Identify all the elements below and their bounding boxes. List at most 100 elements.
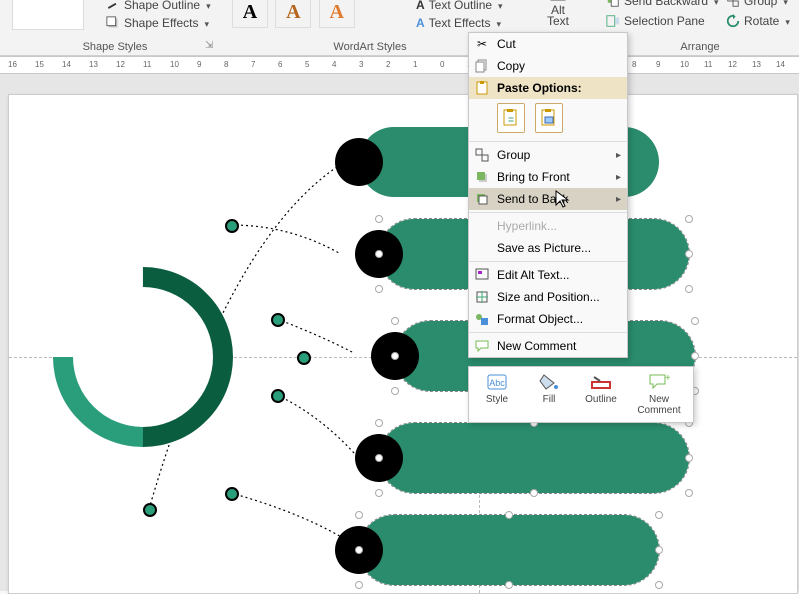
text-outline-button[interactable]: A Text Outline: [416, 0, 503, 12]
menu-save-picture-label: Save as Picture...: [497, 241, 591, 255]
mini-new-comment-button[interactable]: + New Comment: [633, 373, 685, 416]
menu-copy[interactable]: Copy: [469, 55, 627, 77]
svg-text:Abc: Abc: [489, 378, 505, 388]
bring-front-icon: [475, 170, 489, 184]
ruler-tick: 15: [35, 60, 44, 69]
group-button[interactable]: Group: [726, 0, 788, 8]
dialog-launcher-icon[interactable]: ⇲: [205, 40, 213, 51]
menu-send-to-back[interactable]: Send to Back: [469, 188, 627, 210]
menu-group[interactable]: Group: [469, 144, 627, 166]
comment-icon: +: [648, 373, 670, 391]
group-icon: [475, 148, 489, 162]
mini-style-button[interactable]: Abc Style: [477, 373, 517, 416]
mini-new-comment-label: New Comment: [637, 394, 680, 416]
mini-style-label: Style: [486, 394, 508, 405]
rotate-button[interactable]: Rotate: [726, 14, 790, 28]
text-effects-button[interactable]: A Text Effects: [416, 16, 501, 30]
scissors-icon: ✂: [475, 37, 489, 51]
paste-option-1[interactable]: ≣: [497, 103, 525, 133]
connector-node[interactable]: [143, 503, 157, 517]
ruler-tick: 13: [89, 60, 98, 69]
selection-pane-button[interactable]: Selection Pane: [606, 14, 705, 28]
ruler-tick: 14: [776, 60, 785, 69]
send-backward-label: Send Backward: [624, 0, 708, 8]
group-label: Group: [744, 0, 777, 8]
group-icon: [726, 0, 740, 8]
text-effects-label: Text Effects: [429, 16, 491, 30]
paste-option-2[interactable]: [535, 103, 563, 133]
menu-send-back-label: Send to Back: [497, 192, 568, 206]
style-icon: Abc: [486, 373, 508, 391]
menu-new-comment-label: New Comment: [497, 339, 576, 353]
selection-pane-label: Selection Pane: [624, 14, 705, 28]
slide-canvas[interactable]: ⟳: [0, 74, 799, 591]
donut-shape[interactable]: [16, 230, 271, 485]
mini-toolbar: Abc Style Fill Outline + New Comment: [468, 366, 694, 423]
send-backward-button[interactable]: Send Backward: [606, 0, 719, 8]
comment-icon: [475, 339, 489, 353]
hyperlink-icon: [475, 219, 489, 233]
clipboard-icon: [475, 81, 489, 95]
mini-outline-label: Outline: [585, 394, 617, 405]
connector-node[interactable]: [271, 389, 285, 403]
wordart-gallery[interactable]: A A A: [230, 0, 357, 28]
menu-hyperlink[interactable]: Hyperlink...: [469, 215, 627, 237]
menu-copy-label: Copy: [497, 59, 525, 73]
text-outline-label: Text Outline: [429, 0, 492, 12]
ruler-tick: 2: [386, 60, 390, 69]
selection-pane-icon: [606, 14, 620, 28]
menu-format-object[interactable]: Format Object...: [469, 308, 627, 330]
connector-node[interactable]: [225, 487, 239, 501]
ruler-tick: 9: [197, 60, 201, 69]
connector-node[interactable]: [271, 313, 285, 327]
arrange-group-label: Arrange: [640, 41, 760, 53]
pill-shape-selected[interactable]: [359, 515, 659, 585]
mini-fill-label: Fill: [543, 394, 556, 405]
slide-page: ⟳: [8, 94, 798, 594]
rotate-label: Rotate: [744, 14, 779, 28]
menu-hyperlink-label: Hyperlink...: [497, 219, 557, 233]
connector-node[interactable]: [297, 351, 311, 365]
paste-options-label: Paste Options:: [497, 81, 582, 95]
black-circle-shape[interactable]: [335, 138, 383, 186]
menu-paste-options: Paste Options:: [469, 77, 627, 99]
send-back-icon: [475, 192, 489, 206]
menu-format-object-label: Format Object...: [497, 312, 583, 326]
pill-shape-selected[interactable]: ⟳: [379, 423, 689, 493]
alt-text-label: Alt Text: [547, 5, 569, 27]
ruler-tick: 5: [305, 60, 309, 69]
ruler-tick: 12: [116, 60, 125, 69]
ruler-tick: 6: [278, 60, 282, 69]
ruler-tick: 14: [62, 60, 71, 69]
paste-options-row: ≣: [469, 99, 627, 139]
ruler-tick: 11: [704, 60, 712, 69]
ruler-tick: 13: [752, 60, 761, 69]
menu-save-as-picture[interactable]: Save as Picture...: [469, 237, 627, 259]
ruler-tick: 11: [143, 60, 151, 69]
context-menu: ✂ Cut Copy Paste Options: ≣ Group Bring …: [468, 32, 628, 358]
menu-bring-to-front[interactable]: Bring to Front: [469, 166, 627, 188]
shape-effects-label: Shape Effects: [124, 16, 199, 30]
ruler-tick: 1: [413, 60, 417, 69]
menu-cut[interactable]: ✂ Cut: [469, 33, 627, 55]
mini-fill-button[interactable]: Fill: [529, 373, 569, 416]
svg-text:+: +: [665, 373, 670, 384]
shape-effects-button[interactable]: Shape Effects: [106, 16, 209, 30]
shape-outline-button[interactable]: Shape Outline: [106, 0, 211, 12]
svg-text:≣: ≣: [508, 115, 515, 124]
outline-icon: [590, 373, 612, 391]
copy-icon: [475, 59, 489, 73]
menu-size-position[interactable]: Size and Position...: [469, 286, 627, 308]
menu-edit-alt-text[interactable]: Edit Alt Text...: [469, 264, 627, 286]
connector-node[interactable]: [225, 219, 239, 233]
alt-text-button[interactable]: Alt Text: [540, 0, 576, 27]
mini-outline-button[interactable]: Outline: [581, 373, 621, 416]
menu-new-comment[interactable]: New Comment: [469, 335, 627, 357]
ruler-tick: 10: [170, 60, 179, 69]
shape-styles-gallery[interactable]: [12, 0, 84, 30]
ruler-tick: 12: [728, 60, 737, 69]
menu-group-label: Group: [497, 148, 530, 162]
menu-cut-label: Cut: [497, 37, 516, 51]
ruler-tick: 4: [332, 60, 336, 69]
menu-size-position-label: Size and Position...: [497, 290, 600, 304]
